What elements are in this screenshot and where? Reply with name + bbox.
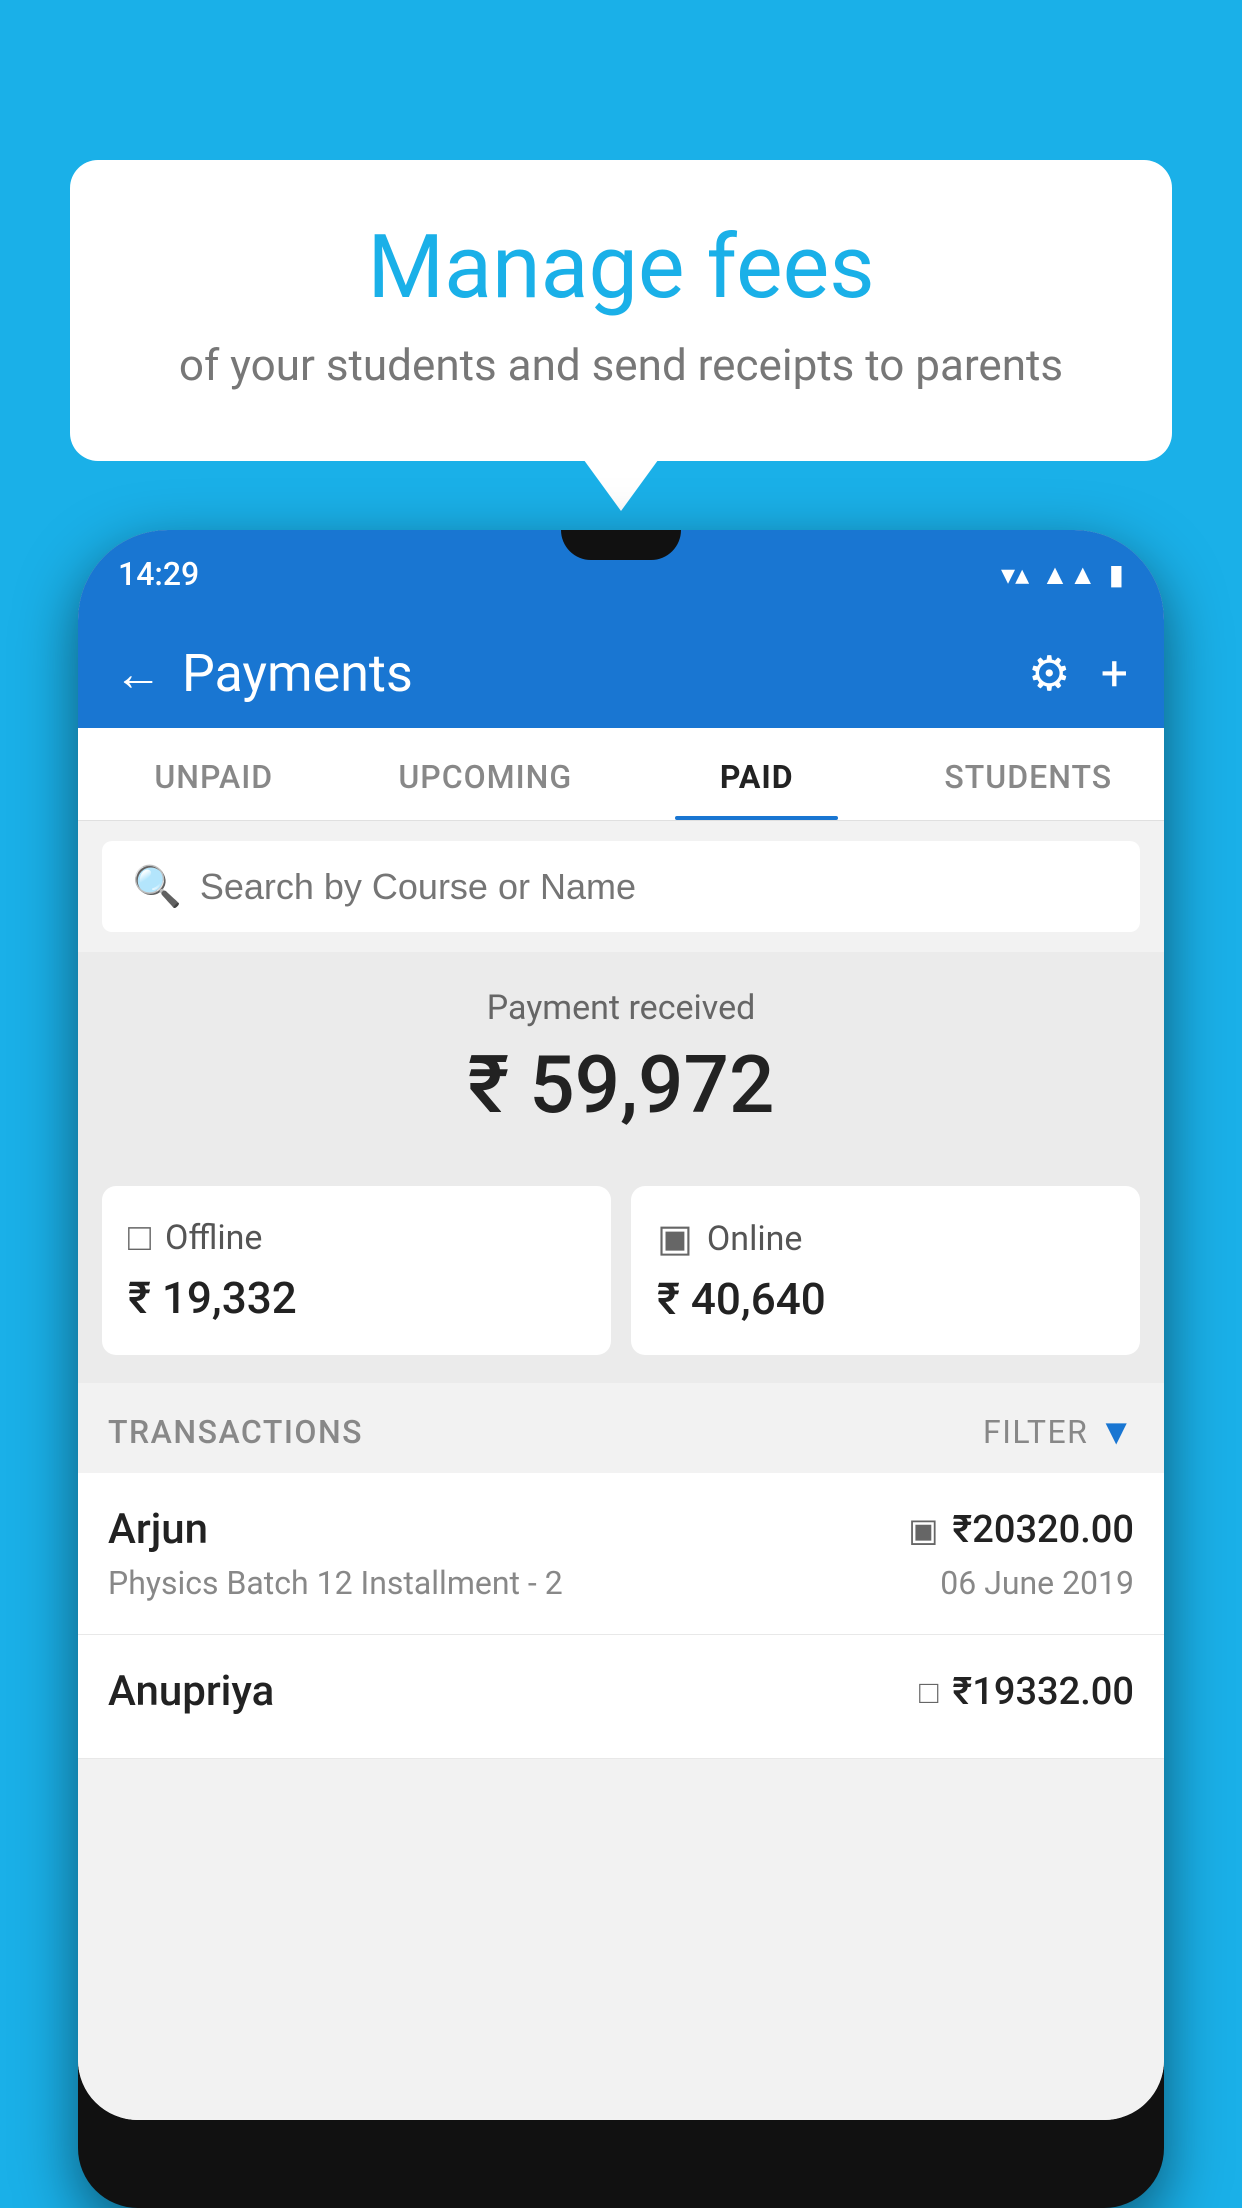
tab-paid[interactable]: PAID — [621, 728, 893, 820]
search-icon: 🔍 — [132, 863, 182, 910]
tab-unpaid[interactable]: UNPAID — [78, 728, 350, 820]
payment-received-amount: ₹ 59,972 — [78, 1038, 1164, 1132]
transaction-top: Arjun ▣ ₹20320.00 — [108, 1505, 1134, 1554]
online-icon: ▣ — [657, 1216, 693, 1261]
add-icon[interactable]: + — [1101, 645, 1128, 702]
transaction-date: 06 June 2019 — [940, 1564, 1134, 1602]
payment-cards: □ Offline ₹ 19,332 ▣ Online ₹ 40,640 — [78, 1162, 1164, 1383]
filter-area[interactable]: FILTER ▼ — [983, 1411, 1134, 1453]
online-payment-icon: ▣ — [908, 1511, 938, 1549]
payment-summary: Payment received ₹ 59,972 — [78, 952, 1164, 1162]
transaction-amount-area: ▣ ₹20320.00 — [908, 1508, 1134, 1552]
offline-payment-icon: □ — [919, 1673, 938, 1711]
transaction-top: Anupriya □ ₹19332.00 — [108, 1667, 1134, 1716]
online-label: Online — [707, 1219, 803, 1259]
signal-icon: ▲▲ — [1041, 558, 1096, 591]
filter-icon: ▼ — [1098, 1411, 1134, 1453]
search-input[interactable] — [200, 866, 1110, 908]
online-card: ▣ Online ₹ 40,640 — [631, 1186, 1140, 1355]
offline-label: Offline — [165, 1218, 262, 1258]
offline-card-header: □ Offline — [128, 1216, 585, 1260]
status-bar: 14:29 ▾▴ ▲▲ ▮ — [78, 530, 1164, 618]
table-row[interactable]: Anupriya □ ₹19332.00 — [78, 1635, 1164, 1759]
tab-upcoming[interactable]: UPCOMING — [350, 728, 622, 820]
online-card-header: ▣ Online — [657, 1216, 1114, 1261]
transactions-header: TRANSACTIONS FILTER ▼ — [78, 1383, 1164, 1473]
status-time: 14:29 — [118, 555, 199, 593]
transaction-name: Anupriya — [108, 1667, 274, 1716]
transaction-amount: ₹20320.00 — [952, 1508, 1134, 1552]
bubble-title: Manage fees — [150, 220, 1092, 317]
payment-received-label: Payment received — [78, 988, 1164, 1028]
transaction-bottom: Physics Batch 12 Installment - 2 06 June… — [108, 1564, 1134, 1602]
speech-bubble: Manage fees of your students and send re… — [70, 160, 1172, 461]
offline-amount: ₹ 19,332 — [128, 1272, 585, 1324]
settings-icon[interactable]: ⚙ — [1028, 645, 1071, 702]
transaction-name: Arjun — [108, 1505, 208, 1554]
header-left: ← Payments — [114, 643, 413, 704]
offline-card: □ Offline ₹ 19,332 — [102, 1186, 611, 1355]
phone-inner: 14:29 ▾▴ ▲▲ ▮ ← Payments ⚙ + UNPAID UPCO… — [78, 530, 1164, 2120]
phone-frame: 14:29 ▾▴ ▲▲ ▮ ← Payments ⚙ + UNPAID UPCO… — [78, 530, 1164, 2208]
header-title: Payments — [182, 643, 413, 704]
search-bar: 🔍 — [102, 841, 1140, 932]
phone-content: 🔍 Payment received ₹ 59,972 □ Offline ₹ … — [78, 821, 1164, 2120]
transactions-label: TRANSACTIONS — [108, 1413, 363, 1451]
bubble-subtitle: of your students and send receipts to pa… — [150, 339, 1092, 391]
offline-icon: □ — [128, 1216, 151, 1260]
online-amount: ₹ 40,640 — [657, 1273, 1114, 1325]
tabs: UNPAID UPCOMING PAID STUDENTS — [78, 728, 1164, 821]
table-row[interactable]: Arjun ▣ ₹20320.00 Physics Batch 12 Insta… — [78, 1473, 1164, 1635]
wifi-icon: ▾▴ — [1001, 558, 1029, 591]
transaction-amount: ₹19332.00 — [952, 1670, 1134, 1714]
transaction-amount-area: □ ₹19332.00 — [919, 1670, 1134, 1714]
header-right: ⚙ + — [1028, 645, 1128, 702]
back-button[interactable]: ← — [114, 645, 162, 702]
transaction-course: Physics Batch 12 Installment - 2 — [108, 1564, 563, 1602]
filter-label: FILTER — [983, 1413, 1088, 1451]
battery-icon: ▮ — [1109, 558, 1124, 591]
status-icons: ▾▴ ▲▲ ▮ — [1001, 558, 1124, 591]
tab-students[interactable]: STUDENTS — [893, 728, 1165, 820]
app-header: ← Payments ⚙ + — [78, 618, 1164, 728]
